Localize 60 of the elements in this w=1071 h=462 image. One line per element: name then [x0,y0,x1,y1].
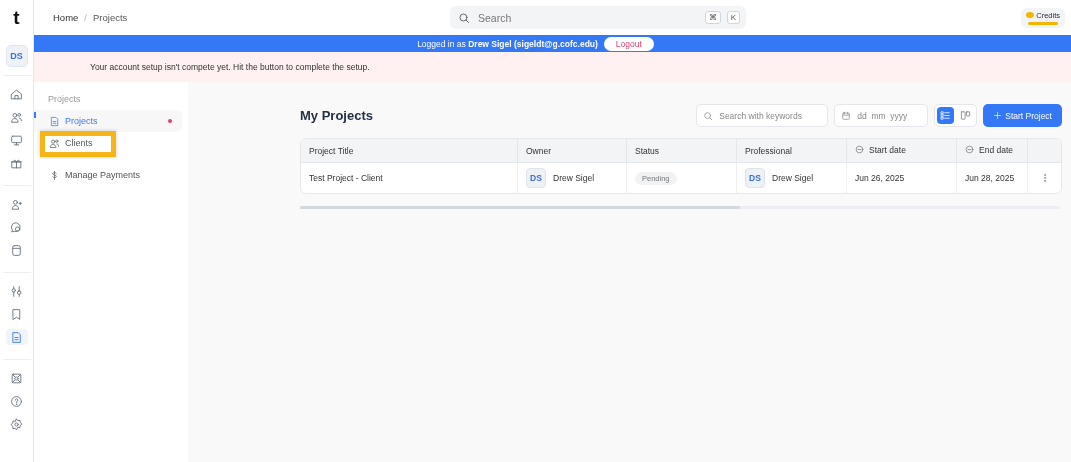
column-header: Status [635,145,660,156]
setup-message: Your account setup isn't compete yet. Hit the button to complete the setup. [90,62,370,72]
users-icon[interactable] [10,110,23,124]
user-avatar: DS [526,168,546,188]
user-avatar: DS [745,168,765,188]
dollar-icon [49,169,60,181]
column-header: Professional [745,145,792,156]
search-icon [703,110,714,121]
table-cell: Test Project - Client [309,173,383,183]
view-toggle[interactable] [937,107,955,124]
table-cell: Jun 26, 2025 [855,173,905,183]
scrollbar[interactable] [300,206,1060,209]
user-name: Drew Sigel [553,173,595,183]
page-title: My Projects [300,108,374,123]
user-plus-icon[interactable] [10,197,23,211]
search-field[interactable]: Search ⌘ K [450,6,746,29]
home-icon[interactable] [10,87,23,101]
clock-icon [965,145,974,155]
clock-icon [855,145,864,155]
breadcrumb-link[interactable]: Home [53,12,79,23]
breadcrumb-separator: / [84,12,87,23]
bookmark-icon[interactable] [10,307,23,321]
list-icon [940,110,952,121]
document-icon[interactable] [10,330,23,344]
box-icon[interactable] [10,243,23,257]
users-icon [49,137,60,149]
user-name: Drew Sigel [772,173,814,183]
logo[interactable]: t [13,0,20,35]
breadcrumb-link[interactable]: Projects [93,12,128,23]
column-header: End date [965,144,1014,155]
column-header: Owner [526,145,552,156]
start-project-button[interactable]: Start Project [983,104,1062,127]
logout-button[interactable]: Logout [603,36,654,51]
sliders-icon[interactable] [10,284,23,298]
column-header: Project Title [309,145,354,156]
sidebar-item[interactable]: Projects [34,110,182,132]
section-heading: Projects [47,94,82,104]
login-text: Logged in as Drew Sigel (sigeldt@g.cofc.edu) [417,38,598,49]
keyword-search-input[interactable]: Search with keywords [717,109,822,122]
column-header: Start date [855,144,906,155]
chat-icon[interactable] [10,220,23,234]
frame-icon[interactable] [10,371,23,385]
settings-icon[interactable] [10,417,23,431]
sidebar-item[interactable]: Manage Payments [34,164,182,186]
shortcut-key: K [726,11,740,24]
date-input[interactable]: dd mm yyyy [855,109,922,122]
board-icon [960,110,972,121]
keyword-search-field[interactable]: Search with keywords [696,104,829,127]
sidebar-item[interactable]: Clients [34,132,182,154]
date-field[interactable]: dd mm yyyy [834,104,929,127]
user-avatar[interactable]: DS [5,45,28,67]
shortcut-key: ⌘ [704,11,721,24]
table-cell: Jun 28, 2025 [965,173,1015,183]
calendar-icon [841,110,852,121]
monitor-icon[interactable] [10,133,23,147]
help-icon[interactable] [10,394,23,408]
search-icon [458,11,470,24]
plus-icon [993,111,1003,120]
search-input[interactable]: Search [476,10,699,25]
document-icon [49,115,60,127]
